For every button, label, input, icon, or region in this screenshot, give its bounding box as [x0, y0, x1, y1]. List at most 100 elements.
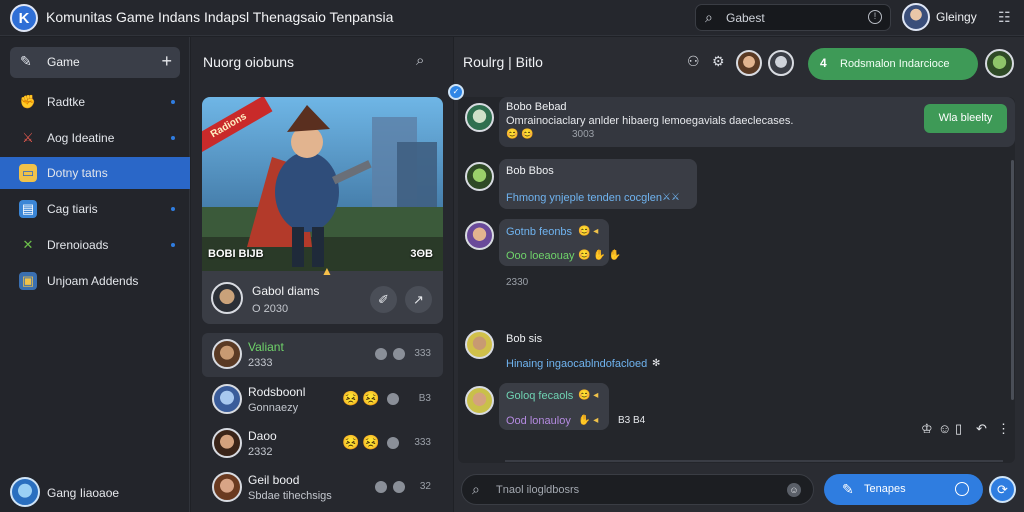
sidebar-item-radtke[interactable]: ✊ Radtke: [0, 86, 190, 118]
reaction-icon[interactable]: ☺: [938, 421, 951, 436]
emoji-icon: 😣: [342, 390, 360, 406]
pin-icon: ✓: [448, 84, 464, 100]
mute-icon[interactable]: [375, 348, 387, 360]
player-subtitle: 2333: [248, 357, 273, 369]
users-icon[interactable]: ⚇: [687, 53, 700, 70]
player-count: B3: [418, 393, 431, 404]
app-logo: K: [10, 4, 38, 32]
video-icon[interactable]: [393, 348, 405, 360]
member-avatar[interactable]: [985, 49, 1014, 78]
sidebar-item-cag-tiaris[interactable]: ▤ Cag tiaris: [0, 193, 190, 225]
copy-icon[interactable]: ▯: [955, 421, 962, 437]
video-icon[interactable]: [393, 481, 405, 493]
settings-icon[interactable]: ⚙: [712, 53, 725, 70]
player-count: 333: [414, 348, 431, 359]
avatar: [212, 428, 242, 458]
divider: [505, 460, 1003, 462]
message-time: 3003: [572, 129, 595, 140]
member-avatar[interactable]: [736, 50, 762, 76]
folder-icon: ▭: [19, 164, 37, 182]
unread-dot: [171, 207, 175, 211]
trophy-icon: ✊: [19, 94, 37, 109]
player-row[interactable]: Valiant 2333 333: [202, 333, 443, 377]
search-icon: ⌕: [472, 481, 480, 497]
avatar: [465, 221, 494, 250]
emoji-picker-icon[interactable]: ☺: [787, 483, 801, 497]
app-title: Komunitas Game Indans Indapsl Thenagsaio…: [46, 9, 394, 25]
mute-icon[interactable]: [387, 393, 399, 405]
crossed-swords-icon: ✕: [22, 237, 34, 252]
footer-avatar[interactable]: [10, 477, 40, 507]
search-bar[interactable]: ⌕ Gabest !: [695, 4, 891, 31]
sidebar-item-unjoam-addends[interactable]: ▣ Unjoam Addends: [0, 265, 190, 297]
featured-stat: 3ΘB: [410, 248, 433, 260]
emoji-icon: 😣: [362, 434, 380, 450]
emoji-icon: 😣: [362, 390, 380, 406]
message-text: Ooo loeaouay: [506, 250, 575, 262]
search-input[interactable]: Gabest: [726, 11, 765, 25]
player-subtitle: Gonnaezy: [248, 402, 299, 414]
emoji-icon: 😊 ✋ ✋: [578, 250, 621, 261]
featured-card[interactable]: Radions BOBI BIJB 3ΘB ▲ Gabol diams O 20…: [202, 97, 443, 324]
pencil-icon: ✎: [842, 481, 854, 497]
reply-icon[interactable]: ↶: [976, 421, 987, 437]
featured-subtitle: O 2030: [252, 303, 289, 315]
sidebar-item-label: Dotny tatns: [47, 166, 108, 180]
message-author: Bob sis: [506, 333, 543, 345]
edit-icon[interactable]: ✐: [370, 286, 397, 313]
unread-dot: [171, 100, 175, 104]
share-icon[interactable]: ↗: [405, 286, 432, 313]
more-icon[interactable]: ⋮: [997, 421, 1010, 437]
window-menu-icon[interactable]: ☷: [998, 9, 1011, 26]
info-icon[interactable]: !: [868, 10, 882, 24]
message-author: Bob Bbos: [506, 165, 554, 177]
emoji-icon: 😊 ◂: [578, 390, 599, 401]
message-input[interactable]: Tnaol ilogldbosrs: [496, 484, 579, 496]
avatar: [465, 330, 494, 359]
add-icon[interactable]: +: [161, 51, 172, 72]
footer-user-name[interactable]: Gang Iiaoaoe: [47, 486, 119, 500]
player-name: Geil bood: [248, 473, 300, 487]
chat-title: Roulrg | Bitlo: [463, 54, 543, 70]
user-avatar[interactable]: [902, 3, 930, 31]
avatar: [465, 162, 494, 191]
sidebar-item-drenoioads[interactable]: ✕ Drenoioads: [0, 229, 190, 261]
message-text: Fhmong ynjeple tenden cocglen: [506, 192, 662, 204]
emoji-icon: ✻: [652, 358, 661, 369]
sidebar-item-game[interactable]: ✎ Game +: [10, 47, 180, 78]
message-text: Hinaing ingaocablndofacloed: [506, 358, 648, 370]
player-row[interactable]: Rodsboonl Gonnaezy 😣 😣 B3: [202, 378, 443, 422]
user-name[interactable]: Gleingy: [936, 10, 977, 24]
emoji-icon: 😣: [342, 434, 360, 450]
player-row[interactable]: Daoo 2332 😣 😣 333: [202, 422, 443, 466]
message-meta: 😊 😊: [506, 129, 534, 140]
sidebar-item-aog-ideatine[interactable]: ⚔ Aog Ideatine: [0, 122, 190, 154]
sidebar-item-dotny-tatns[interactable]: ▭ Dotny tatns: [0, 157, 190, 189]
avatar: [465, 386, 494, 415]
column-title: Nuorg oiobuns: [203, 54, 295, 70]
scrollbar[interactable]: [1011, 160, 1014, 400]
member-avatar[interactable]: [768, 50, 794, 76]
notification-pill[interactable]: 4 Rodsmalon Indarcioce: [808, 48, 978, 80]
send-label: Tenapes: [864, 483, 906, 495]
gamepad-icon: ✎: [20, 53, 32, 69]
unread-dot: [171, 136, 175, 140]
refresh-button[interactable]: ⟳: [989, 476, 1016, 503]
message-composer[interactable]: ⌕ Tnaol ilogldbosrs ☺: [461, 474, 814, 505]
avatar: [212, 339, 242, 369]
sidebar-item-label: Cag tiaris: [47, 202, 98, 216]
sidebar-item-label: Unjoam Addends: [47, 274, 139, 288]
message-time: B3 B4: [618, 415, 646, 426]
emoji-icon: ✋ ◂: [578, 415, 599, 426]
like-icon[interactable]: ♔: [921, 421, 933, 437]
player-row[interactable]: Geil bood Sbdae tihechsigs 32: [202, 466, 443, 510]
mute-icon[interactable]: [387, 437, 399, 449]
notification-count: 4: [820, 56, 827, 70]
chat-icon: ▤: [19, 200, 37, 218]
join-button[interactable]: Wla bleelty: [924, 104, 1007, 133]
message-author: Goloq fecaols: [506, 390, 574, 402]
search-icon[interactable]: ⌕: [416, 52, 424, 69]
mute-icon[interactable]: [375, 481, 387, 493]
featured-stat: BOBI BIJB: [208, 248, 264, 260]
send-button[interactable]: ✎ Tenapes: [824, 474, 983, 505]
